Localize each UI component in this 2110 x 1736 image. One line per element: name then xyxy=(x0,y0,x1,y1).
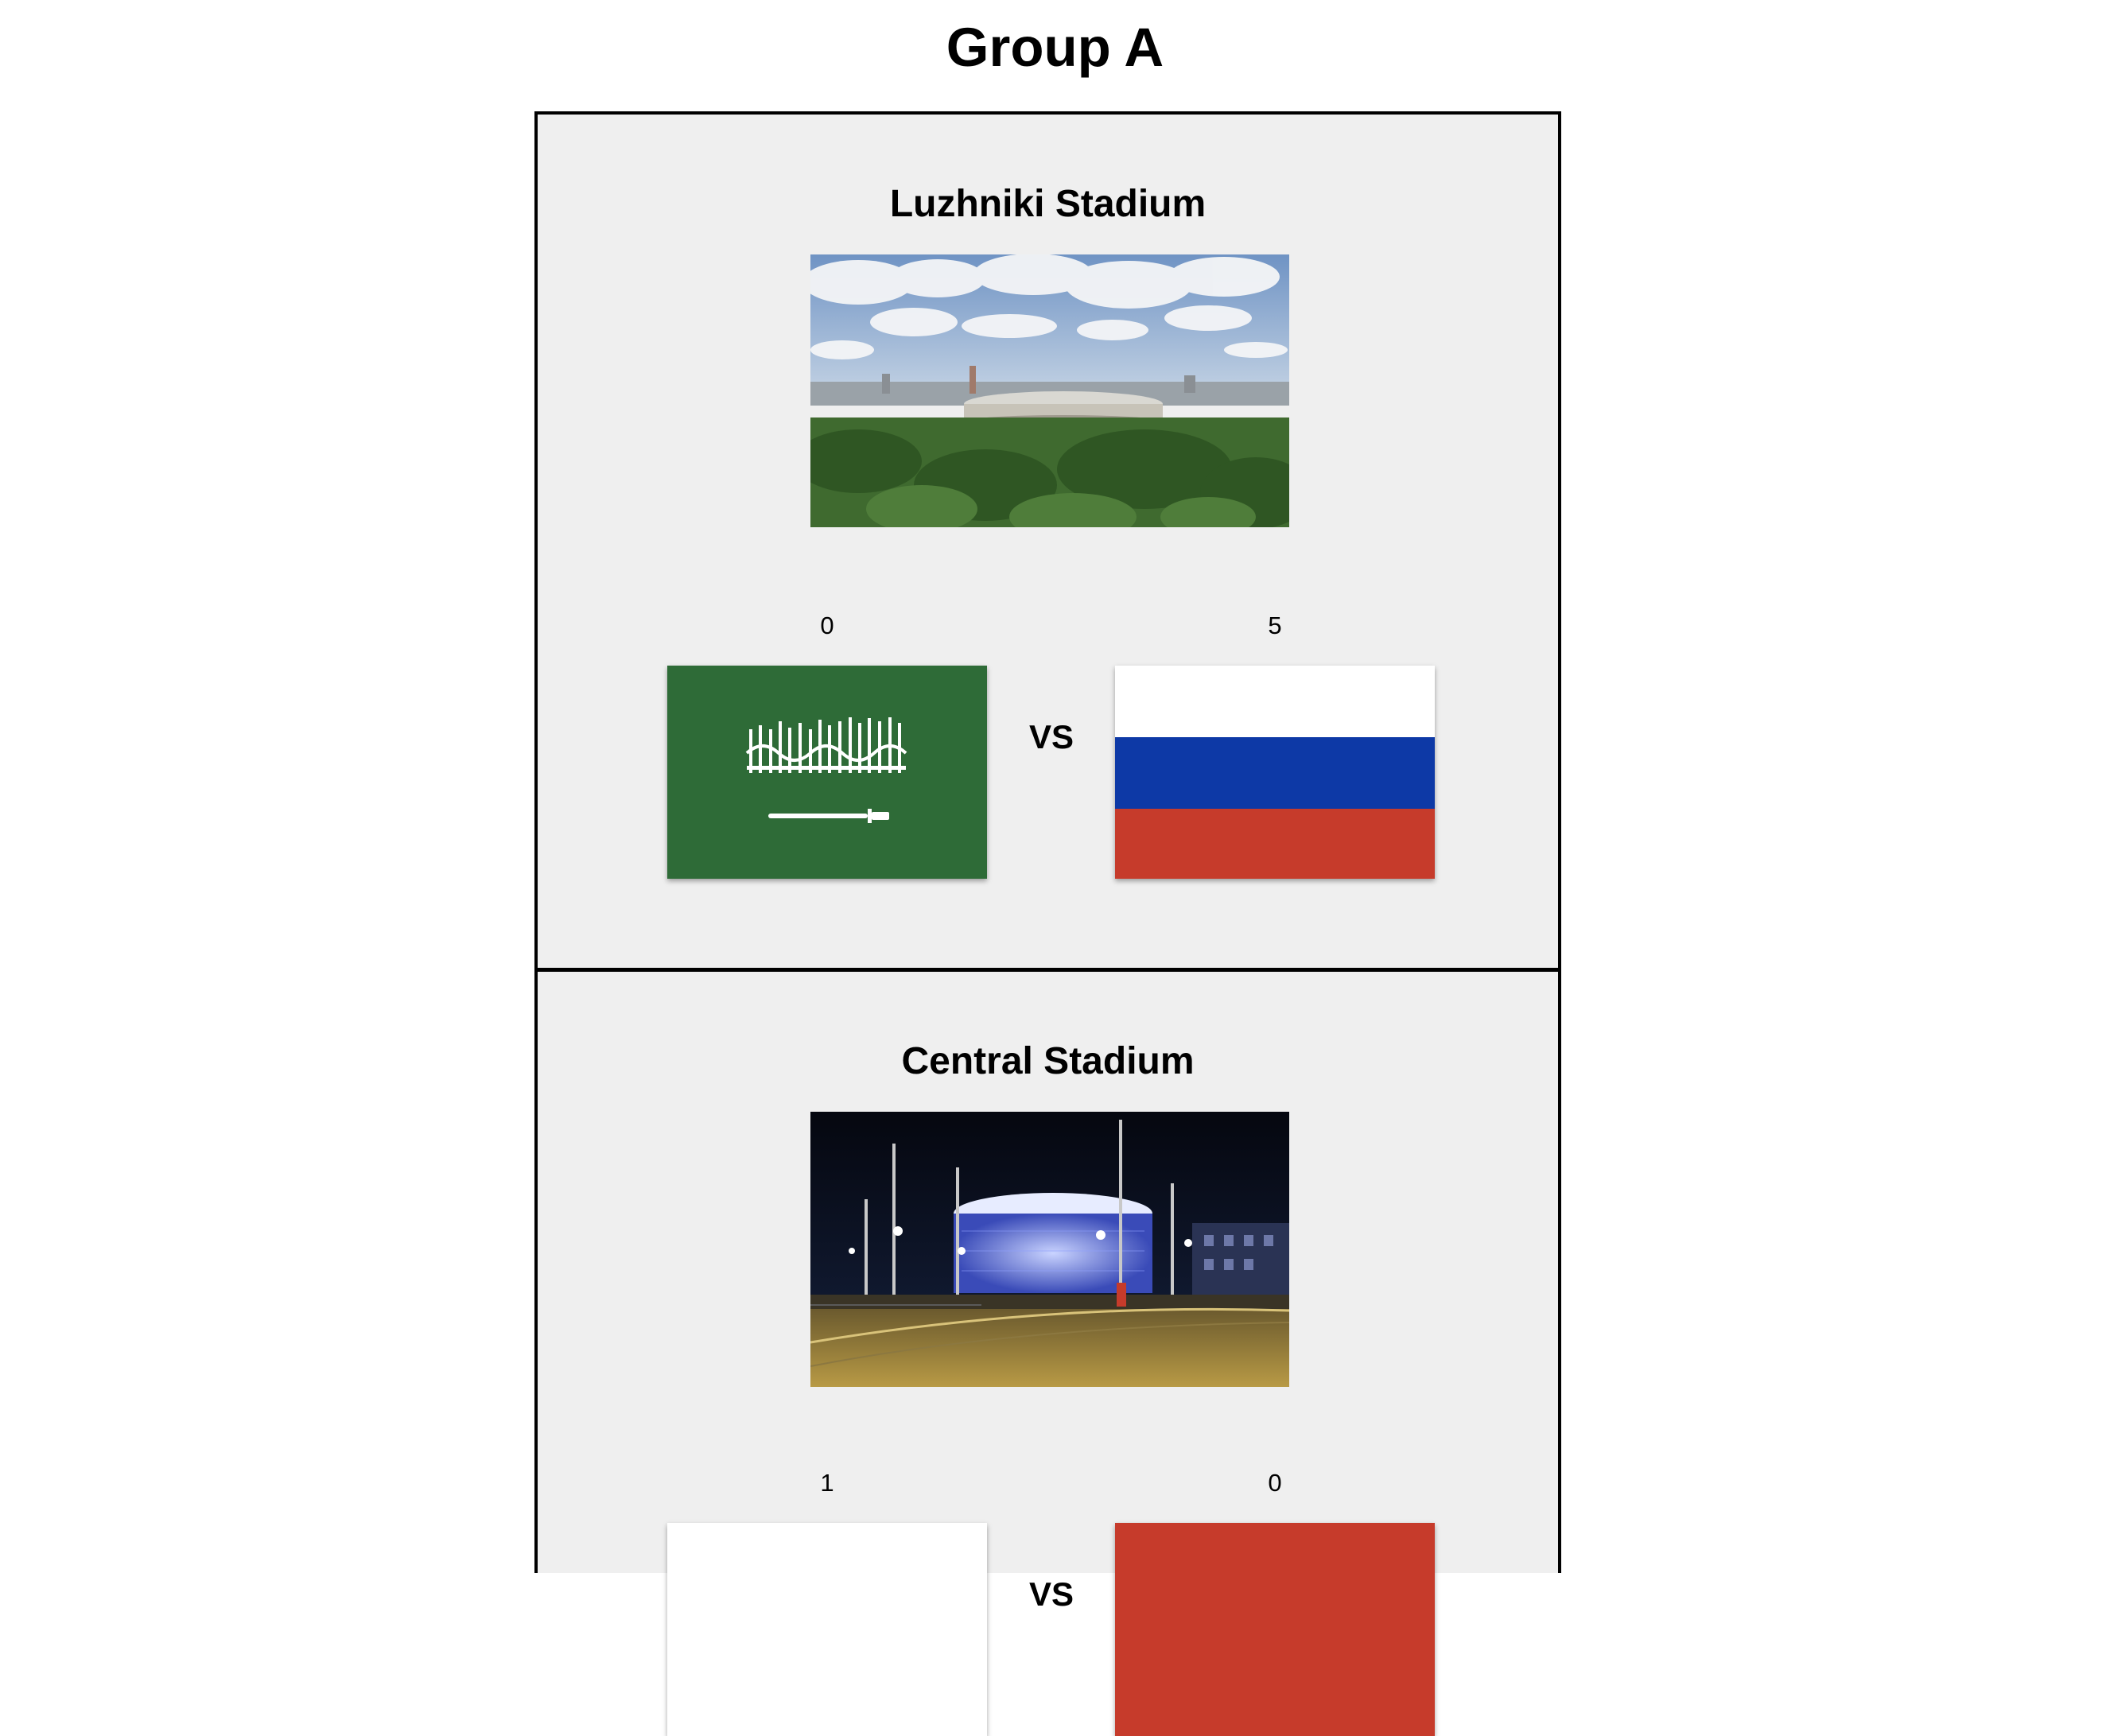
home-score: 1 xyxy=(820,1469,834,1497)
russia-flag[interactable] xyxy=(1115,666,1435,879)
stadium-name: Central Stadium xyxy=(901,1040,1195,1082)
home-score: 0 xyxy=(820,612,834,639)
match-card: Central Stadium 1 0 VS xyxy=(534,969,1561,1736)
saudi-arabia-flag[interactable] xyxy=(667,666,987,879)
vs-label: VS xyxy=(1028,718,1074,755)
away-score: 0 xyxy=(1268,1469,1282,1497)
match-card: Luzhniki Stadium 0 5 VS xyxy=(534,111,1561,971)
red-flag-partial[interactable] xyxy=(1115,1523,1435,1736)
page-title: Group A xyxy=(946,17,1164,78)
white-flag-partial[interactable] xyxy=(667,1523,987,1736)
central-stadium-photo xyxy=(810,1112,1289,1387)
away-score: 5 xyxy=(1268,612,1282,639)
stadium-name: Luzhniki Stadium xyxy=(889,183,1207,225)
vs-label: VS xyxy=(1028,1575,1074,1613)
luzhniki-stadium-photo xyxy=(810,254,1289,527)
